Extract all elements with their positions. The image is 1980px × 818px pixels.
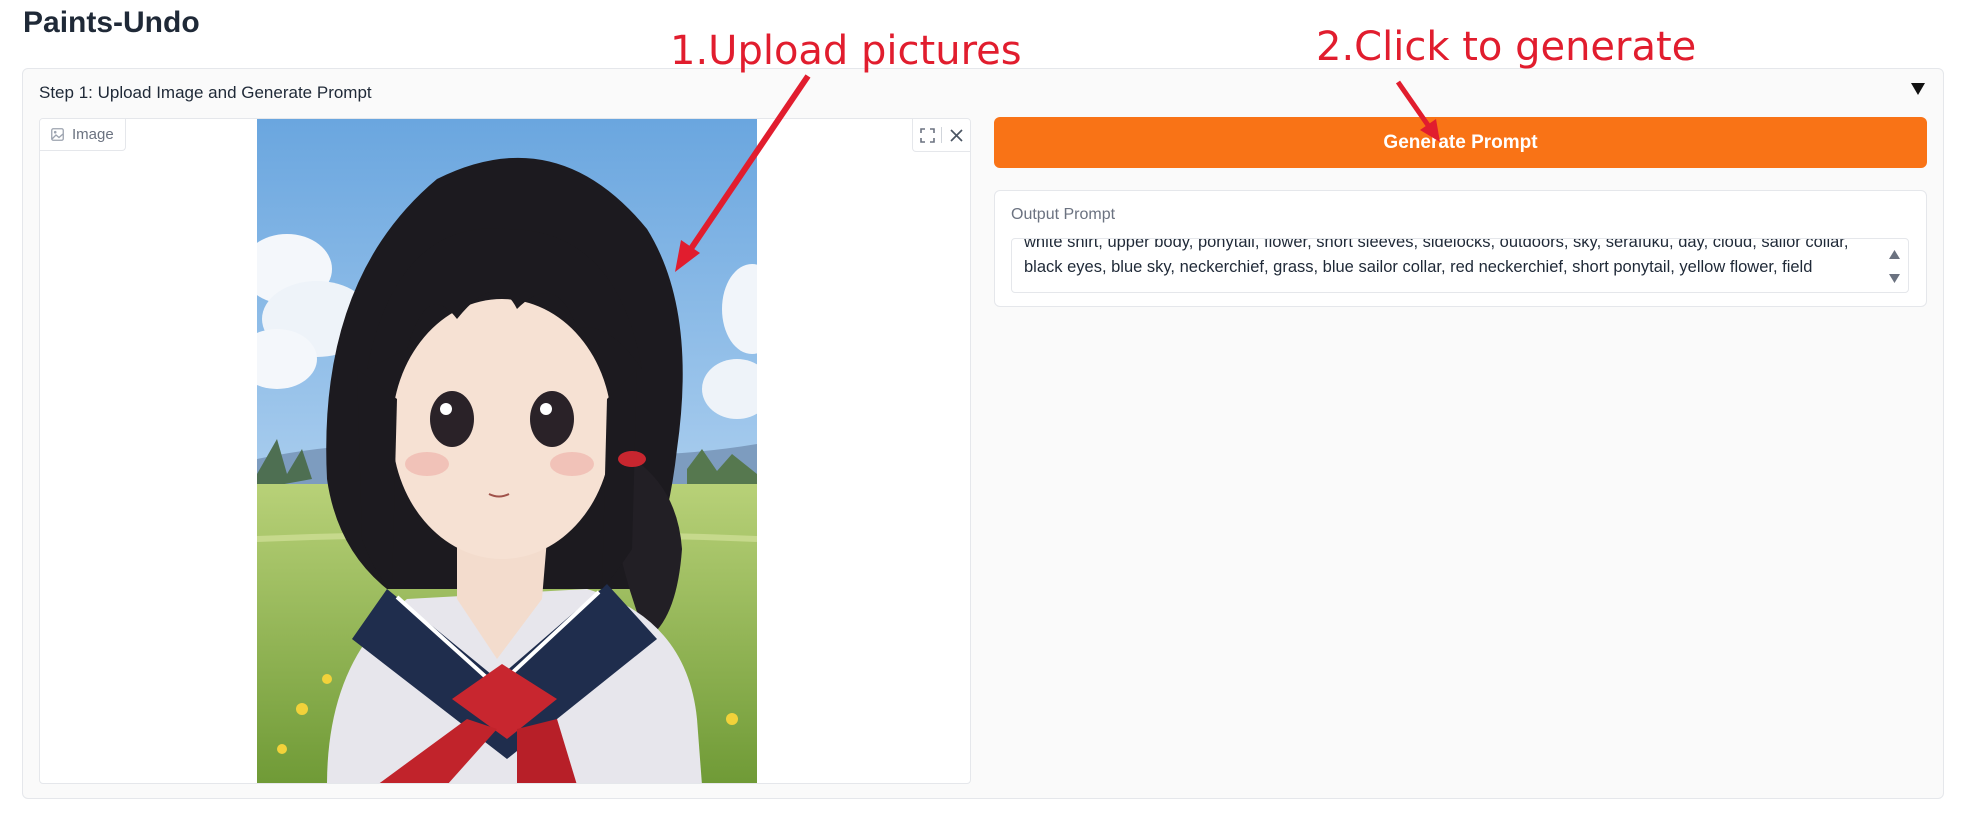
annotation-upload: 1.Upload pictures xyxy=(670,28,1022,74)
output-prompt-textarea[interactable]: white shirt, upper body, ponytail, flowe… xyxy=(1011,238,1909,293)
uploaded-anime-image xyxy=(257,119,757,783)
collapse-triangle-icon[interactable] xyxy=(1911,83,1925,95)
output-prompt-value: white shirt, upper body, ponytail, flowe… xyxy=(1024,238,1849,276)
fullscreen-button[interactable] xyxy=(913,121,941,149)
image-label-badge: Image xyxy=(40,119,126,151)
image-upload-box[interactable]: Image xyxy=(39,118,971,784)
app-title: Paints-Undo xyxy=(23,6,200,39)
scroll-down-icon[interactable] xyxy=(1889,274,1900,283)
close-icon xyxy=(949,128,963,142)
scroll-up-icon[interactable] xyxy=(1889,250,1900,259)
clear-image-button[interactable] xyxy=(942,121,970,149)
image-label-text: Image xyxy=(72,126,114,143)
output-prompt-block: Output Prompt white shirt, upper body, p… xyxy=(994,190,1927,307)
output-prompt-label: Output Prompt xyxy=(1011,206,1116,223)
image-icon xyxy=(51,128,64,141)
fullscreen-icon xyxy=(919,127,935,143)
generate-prompt-button[interactable]: Generate Prompt xyxy=(994,117,1927,168)
step1-header[interactable]: Step 1: Upload Image and Generate Prompt xyxy=(39,83,372,103)
annotation-generate: 2.Click to generate xyxy=(1316,24,1697,70)
image-toolbar xyxy=(912,119,970,152)
